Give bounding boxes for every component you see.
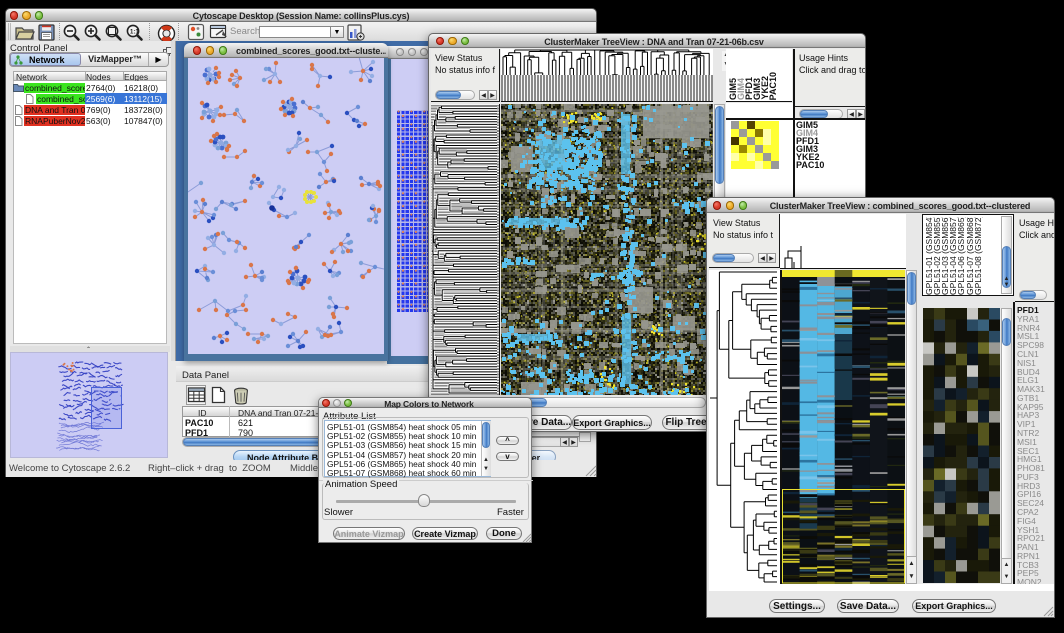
svg-text:1:1: 1:1 [130, 30, 139, 36]
